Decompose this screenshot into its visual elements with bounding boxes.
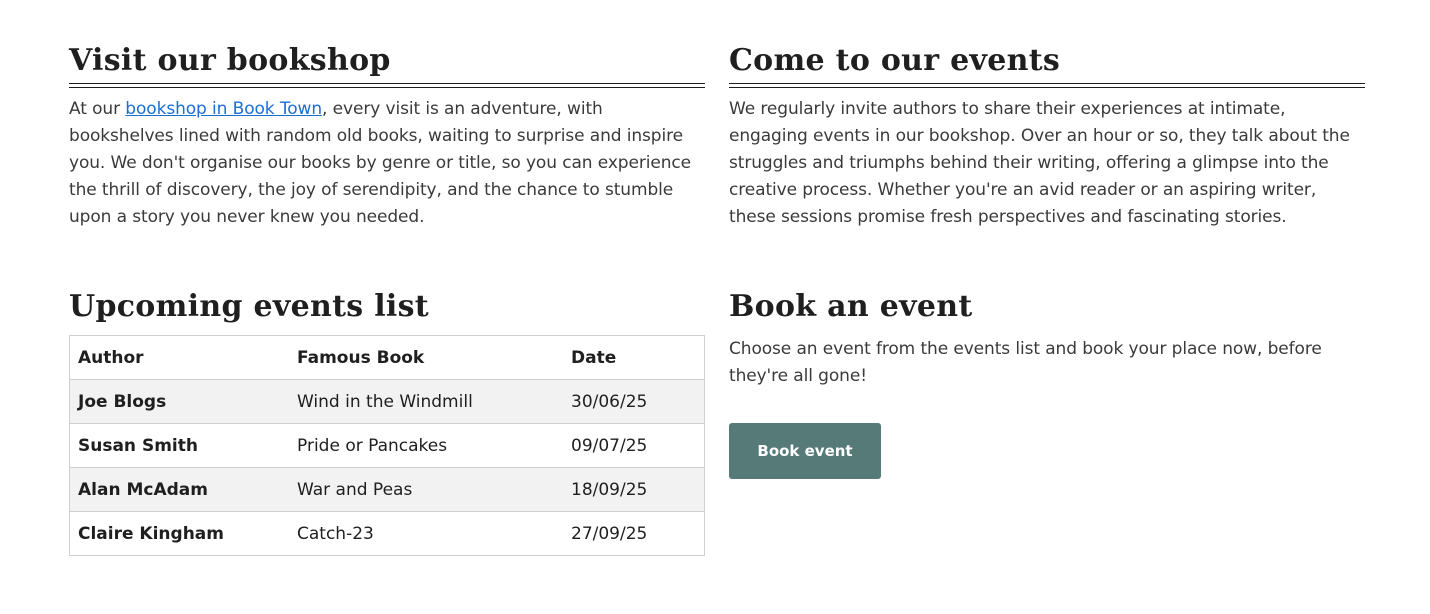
book-cell: War and Peas: [289, 467, 563, 512]
table-row: Susan Smith Pride or Pancakes 09/07/25: [69, 423, 705, 468]
book-section: Book an event Choose an event from the e…: [729, 286, 1365, 479]
table-row: Joe Blogs Wind in the Windmill 30/06/25: [69, 379, 705, 424]
book-event-button[interactable]: Book event: [729, 423, 881, 479]
book-paragraph: Choose an event from the events list and…: [729, 339, 1322, 386]
visit-text-before: At our: [69, 99, 126, 119]
author-cell: Joe Blogs: [69, 379, 289, 424]
events-paragraph: We regularly invite authors to share the…: [729, 99, 1350, 227]
date-cell: 30/06/25: [563, 379, 705, 424]
upcoming-section: Upcoming events list Author Famous Book …: [69, 286, 705, 556]
author-cell: Claire Kingham: [69, 511, 289, 556]
date-cell: 18/09/25: [563, 467, 705, 512]
book-heading: Book an event: [729, 289, 973, 324]
events-heading: Come to our events: [729, 43, 1061, 78]
table-row: Alan McAdam War and Peas 18/09/25: [69, 467, 705, 512]
book-cell: Wind in the Windmill: [289, 379, 563, 424]
column-header-author: Author: [69, 335, 289, 380]
date-cell: 27/09/25: [563, 511, 705, 556]
column-header-date: Date: [563, 335, 705, 380]
table-row: Claire Kingham Catch-23 27/09/25: [69, 511, 705, 556]
bookshop-link[interactable]: bookshop in Book Town: [125, 99, 322, 119]
author-cell: Susan Smith: [69, 423, 289, 468]
heading-rule: [729, 83, 1365, 88]
author-cell: Alan McAdam: [69, 467, 289, 512]
events-section: Come to our events We regularly invite a…: [729, 40, 1365, 231]
column-header-book: Famous Book: [289, 335, 563, 380]
visit-heading: Visit our bookshop: [69, 43, 391, 78]
date-cell: 09/07/25: [563, 423, 705, 468]
events-table: Author Famous Book Date Joe Blogs Wind i…: [69, 335, 705, 556]
page: Visit our bookshop At our bookshop in Bo…: [0, 0, 1430, 614]
book-cell: Pride or Pancakes: [289, 423, 563, 468]
book-cell: Catch-23: [289, 511, 563, 556]
upcoming-heading: Upcoming events list: [69, 289, 429, 324]
table-header-row: Author Famous Book Date: [69, 335, 705, 380]
visit-section: Visit our bookshop At our bookshop in Bo…: [69, 40, 705, 231]
visit-paragraph: At our bookshop in Book Town, every visi…: [69, 96, 705, 231]
heading-rule: [69, 83, 705, 88]
